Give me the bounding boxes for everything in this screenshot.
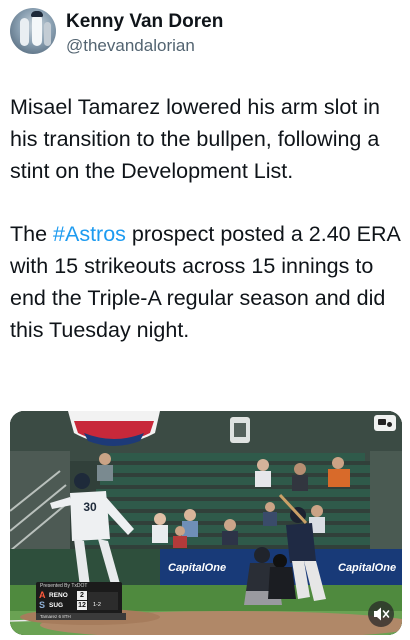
avatar-figure xyxy=(20,18,29,46)
tweet-paragraph-2: The #Astros prospect posted a 2.40 ERA w… xyxy=(10,219,406,346)
team-name: RENO xyxy=(49,592,68,599)
mute-button[interactable] xyxy=(368,601,394,627)
tweet-paragraph-1: Misael Tamarez lowered his arm slot in h… xyxy=(10,95,381,183)
scorebug-bottom-strip: Tamarez 6 8TH xyxy=(36,613,126,620)
tweet-text-segment: The xyxy=(10,222,54,247)
tweet-text: Misael Tamarez lowered his arm slot in h… xyxy=(10,92,406,347)
avatar-figure xyxy=(32,14,42,46)
pitch-count: 1-2 xyxy=(93,602,101,608)
team-logo-icon: A xyxy=(39,590,46,600)
media-badge-icon xyxy=(374,415,396,431)
tweet-header: Kenny Van Doren @thevandalorian xyxy=(10,6,400,56)
avatar[interactable] xyxy=(10,8,56,54)
outfield-ad: CapitalOne xyxy=(168,562,226,574)
jersey-number: 30 xyxy=(83,500,97,514)
scorebug: Presented By TxDOT A RENO 2 S SUG 12 1-2… xyxy=(36,582,126,620)
speaker-muted-icon xyxy=(374,607,390,621)
avatar-figure xyxy=(44,22,51,46)
author-display-name[interactable]: Kenny Van Doren xyxy=(66,11,223,33)
avatar-cap xyxy=(31,11,43,17)
team-logo-icon: S xyxy=(39,600,46,610)
scorebug-sponsor: Presented By TxDOT xyxy=(40,583,88,589)
team-score: 12 xyxy=(77,601,87,610)
author-handle[interactable]: @thevandalorian xyxy=(66,36,195,56)
outfield-ad: CapitalOne xyxy=(338,562,396,574)
hashtag-link[interactable]: #Astros xyxy=(53,222,126,246)
video-player[interactable]: CapitalOne CapitalOne 30 Presented By Tx… xyxy=(10,411,402,635)
team-score: 2 xyxy=(77,591,87,600)
team-name: SUG xyxy=(49,602,64,609)
